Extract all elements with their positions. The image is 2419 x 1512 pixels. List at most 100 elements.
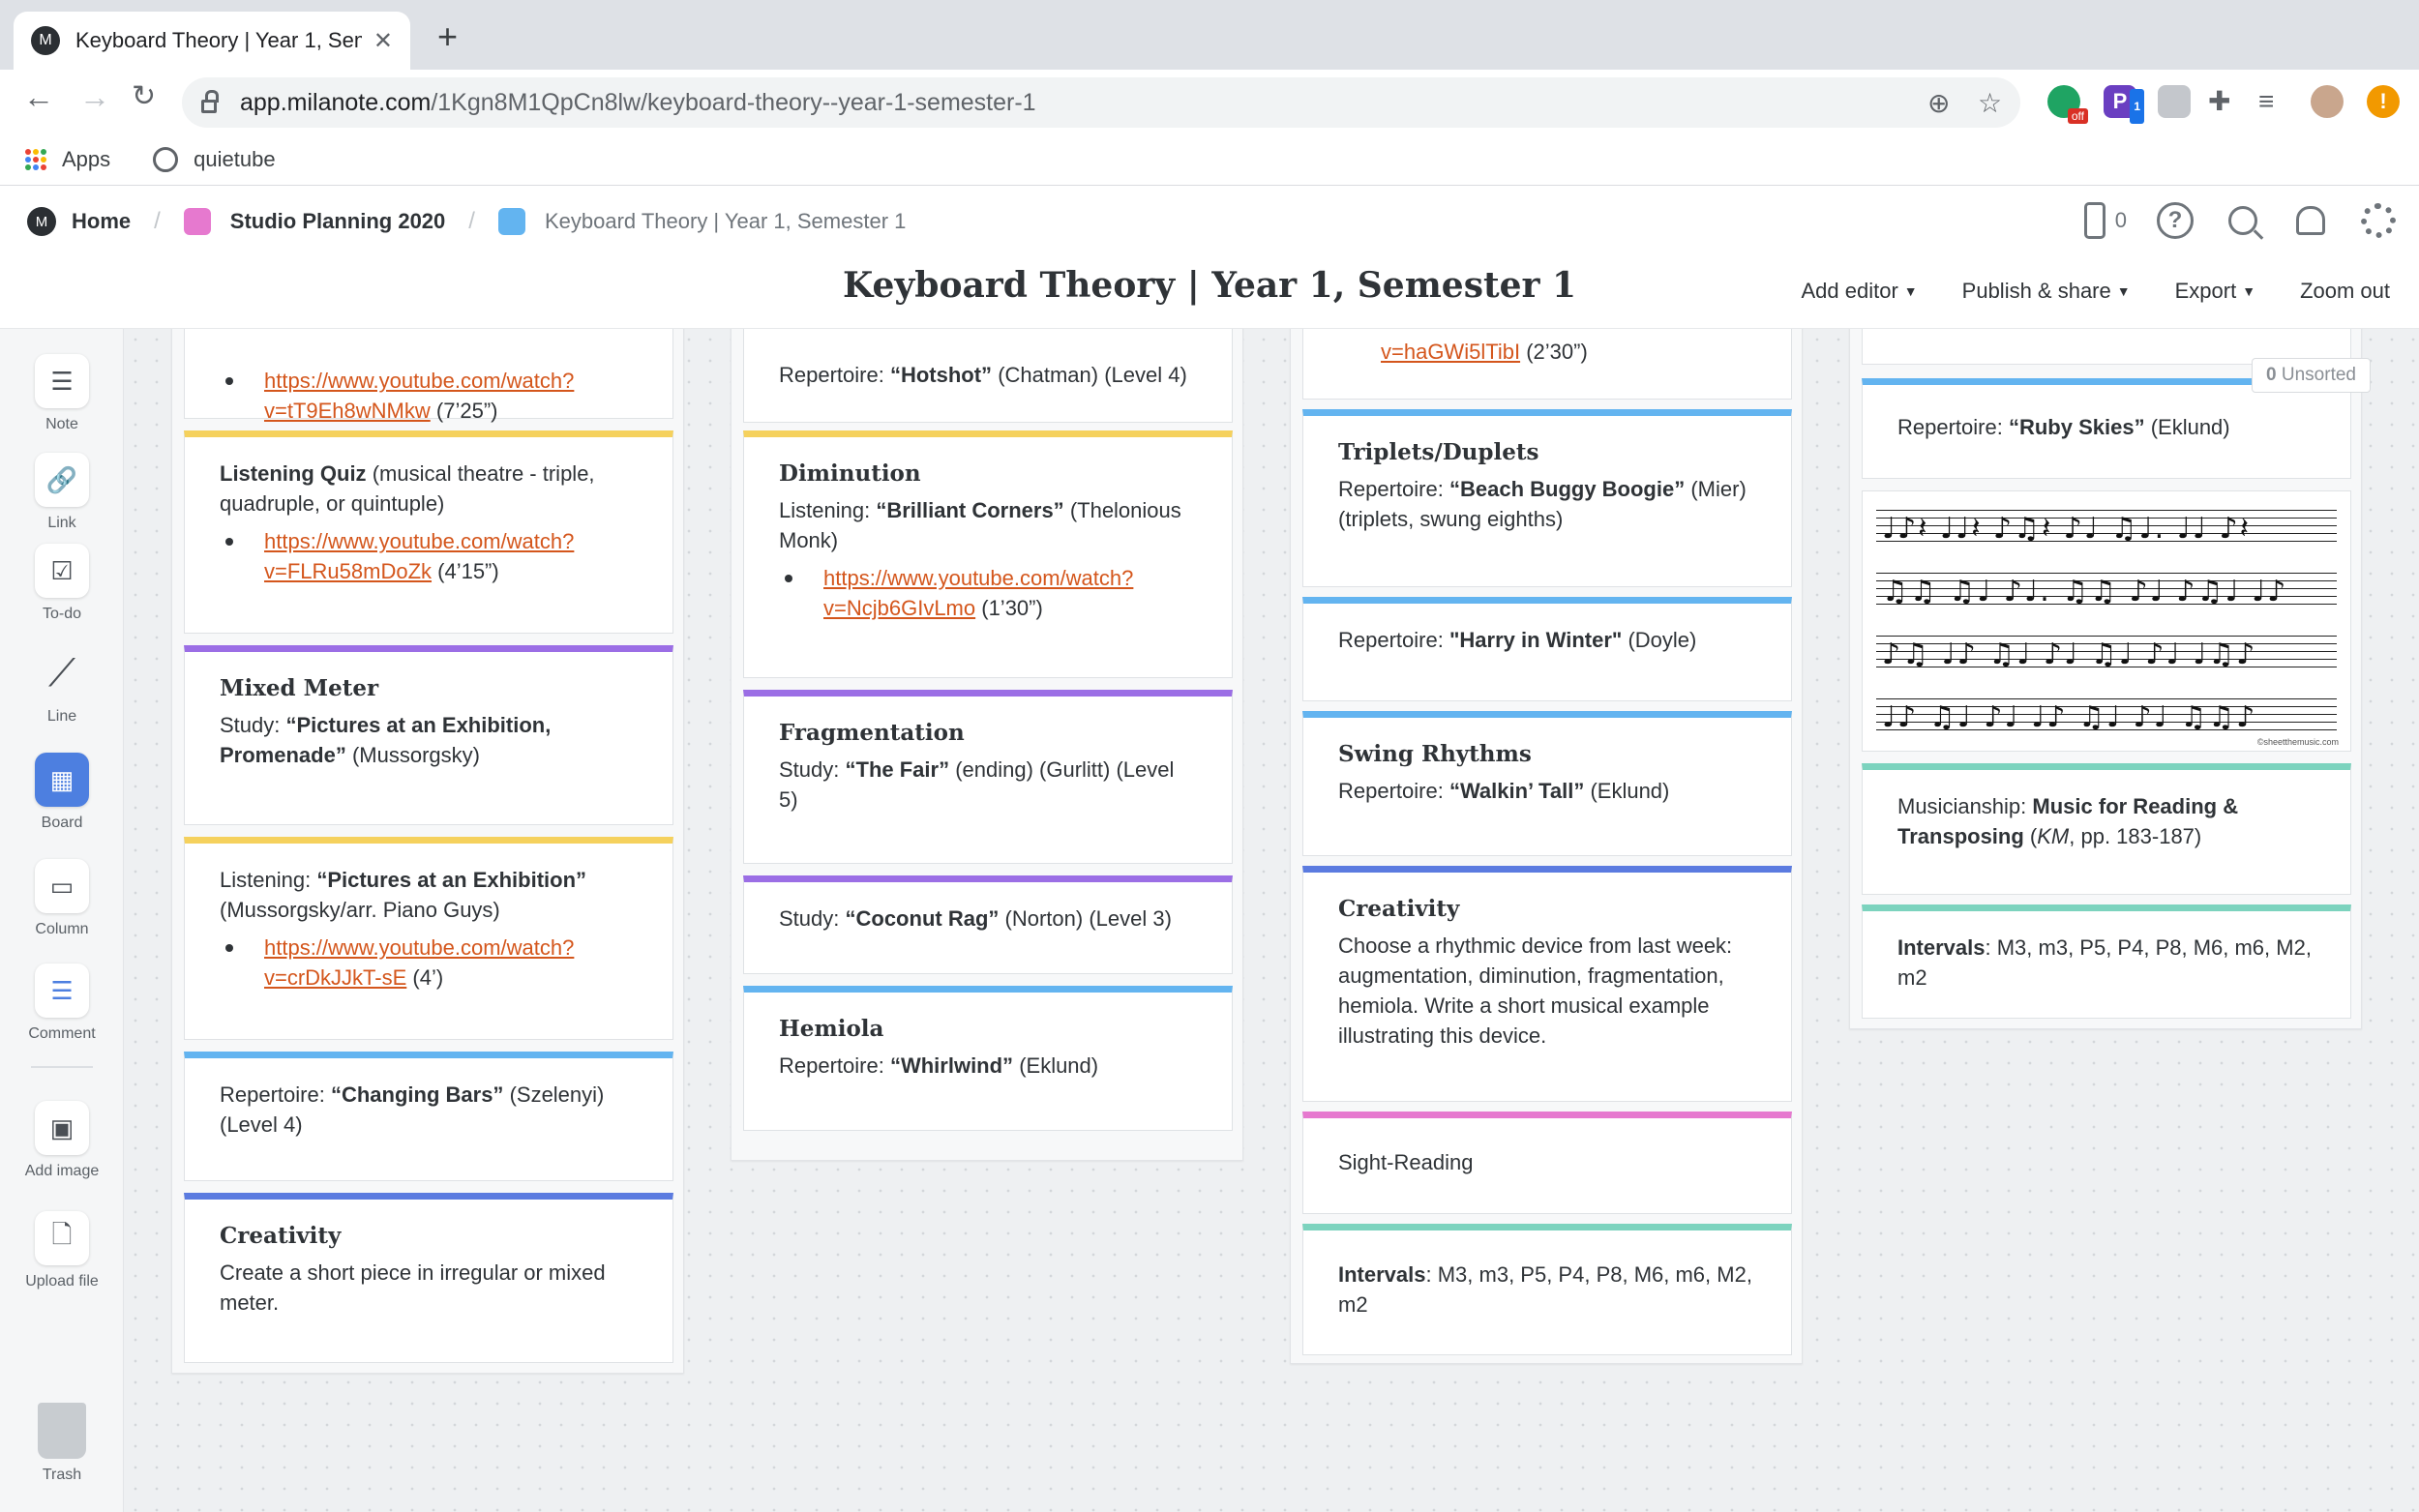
youtube-link[interactable]: https://www.youtube.com/watch?v=Ncjb6GIv… (823, 566, 1133, 620)
board-color-icon (183, 208, 211, 235)
tool-board[interactable]: ▦ Board (0, 753, 124, 832)
note-card[interactable]: Repertoire: “Ruby Skies” (Eklund) (1862, 378, 2351, 479)
zoom-out-button[interactable]: Zoom out (2300, 279, 2390, 304)
note-card[interactable]: Triplets/Duplets Repertoire: “Beach Bugg… (1302, 409, 1792, 587)
card-title: Diminution (779, 460, 921, 487)
back-icon[interactable]: ← (23, 79, 54, 115)
tool-note[interactable]: ☰ Note (0, 354, 124, 433)
chevron-down-icon: ▼ (2116, 283, 2131, 299)
breadcrumb-home[interactable]: Home (72, 209, 131, 234)
add-editor-button[interactable]: Add editor ▼ (1802, 279, 1918, 304)
export-button[interactable]: Export ▼ (2175, 279, 2255, 304)
note-card[interactable]: Hemiola Repertoire: “Whirlwind” (Eklund) (743, 986, 1233, 1131)
note-card[interactable]: Intervals: M3, m3, P5, P4, P8, M6, m6, M… (1862, 904, 2351, 1019)
gear-icon (2361, 203, 2396, 238)
note-card[interactable]: Repertoire: “Changing Bars” (Szelenyi) (… (184, 1052, 673, 1181)
note-card[interactable]: Repertoire: "Harry in Winter" (Doyle) (1302, 597, 1792, 701)
settings-button[interactable] (2359, 201, 2398, 240)
browser-tab[interactable]: M Keyboard Theory | Year 1, Semester 1 ✕ (14, 12, 410, 70)
link-card[interactable]: v=haGWi5lTibI (2’30”) (1302, 329, 1792, 400)
duration: (1’30”) (981, 596, 1043, 620)
tool-add-image[interactable]: ▣ Add image (0, 1101, 124, 1180)
tool-upload-file[interactable]: 🗋 Upload file (0, 1211, 124, 1290)
note-card[interactable]: Swing Rhythms Repertoire: “Walkin’ Tall”… (1302, 711, 1792, 856)
note-card[interactable]: Creativity Create a short piece in irreg… (184, 1193, 673, 1363)
help-button[interactable]: ? (2156, 201, 2195, 240)
new-tab-icon[interactable]: + (437, 19, 458, 54)
milanote-logo-icon: M (27, 207, 56, 236)
file-icon: 🗋 (35, 1211, 89, 1265)
board-column[interactable]: https://www.youtube.com/watch?v=tT9Eh8wN… (171, 329, 684, 1374)
mobile-devices-button[interactable]: 0 (2083, 202, 2127, 239)
piece-title: “Whirlwind” (889, 1053, 1014, 1078)
app-header: M Home / Studio Planning 2020 / Keyboard… (0, 186, 2419, 329)
bullet (785, 575, 792, 582)
tool-link[interactable]: 🔗 Link (0, 453, 124, 532)
breadcrumb-parent[interactable]: Studio Planning 2020 (230, 209, 445, 234)
publish-share-button[interactable]: Publish & share ▼ (1962, 279, 2131, 304)
link-card[interactable]: https://www.youtube.com/watch?v=tT9Eh8wN… (184, 329, 673, 423)
piece-title: “Hotshot” (889, 363, 993, 387)
tool-comment[interactable]: ☰ Comment (0, 964, 124, 1043)
extension-green-icon[interactable]: off (2047, 85, 2088, 124)
music-staff: ♩♪𝄽 ♩♩𝄽 ♪♫𝄽 ♪♩ ♫♩. ♩♩ ♪𝄽 (1876, 505, 2337, 553)
update-alert-icon[interactable]: ! (2367, 85, 2400, 118)
staff-notes: ♪♫ ♩♪ ♫♩ ♪♩ ♫♩ ♪♩ ♩♫♪ (1882, 637, 2257, 671)
rail-divider (31, 1066, 93, 1068)
breadcrumb-current: Keyboard Theory | Year 1, Semester 1 (544, 209, 907, 233)
card-text: (Chatman) (Level 4) (998, 363, 1187, 387)
profile-avatar[interactable] (2311, 85, 2344, 118)
board-column[interactable]: Repertoire: “Ruby Skies” (Eklund) ♩♪𝄽 ♩♩… (1849, 329, 2362, 1029)
apps-grid-icon[interactable] (25, 148, 46, 170)
close-tab-icon[interactable]: ✕ (373, 27, 393, 55)
board-column[interactable]: v=haGWi5lTibI (2’30”) Triplets/Duplets R… (1290, 329, 1803, 1364)
note-card[interactable]: Mixed Meter Study: “Pictures at an Exhib… (184, 645, 673, 825)
youtube-link[interactable]: v=haGWi5lTibI (1381, 340, 1520, 364)
card-label: Musicianship: (1897, 794, 2027, 818)
search-button[interactable] (2224, 201, 2262, 240)
note-card[interactable]: Diminution Listening: “Brilliant Corners… (743, 430, 1233, 678)
tool-todo[interactable]: ☑ To-do (0, 544, 124, 623)
note-card[interactable]: Repertoire: “Hotshot” (Chatman) (Level 4… (743, 329, 1233, 423)
note-card[interactable]: Sight-Reading (1302, 1112, 1792, 1214)
install-app-icon[interactable]: ⊕ (1927, 87, 1950, 119)
address-bar[interactable]: app.milanote.com/1Kgn8M1QpCn8lw/keyboard… (182, 77, 2020, 128)
extensions-puzzle-icon[interactable]: ✚ (2208, 85, 2241, 118)
card-label: Repertoire: (1338, 779, 1444, 803)
sheet-music-image[interactable]: ♩♪𝄽 ♩♩𝄽 ♪♫𝄽 ♪♩ ♫♩. ♩♩ ♪𝄽 ♫♫ ♫♩ ♪♩. ♫♫ ♪♩… (1862, 490, 2351, 752)
forward-icon[interactable]: → (79, 79, 110, 115)
extension-p-icon[interactable]: P1 (2104, 85, 2144, 124)
checklist-icon: ☑ (35, 544, 89, 598)
note-card[interactable]: Listening: “Pictures at an Exhibition” (… (184, 837, 673, 1040)
unsorted-badge[interactable]: 0 Unsorted (2252, 358, 2371, 393)
tool-line[interactable]: ⟋ Line (0, 646, 124, 726)
bell-icon (2296, 206, 2325, 235)
card-label: Repertoire: (1338, 477, 1444, 501)
extension-grey-icon[interactable] (2158, 85, 2191, 118)
youtube-link[interactable]: https://www.youtube.com/watch?v=tT9Eh8wN… (264, 369, 574, 423)
card-label: Repertoire: (779, 1053, 884, 1078)
youtube-link[interactable]: https://www.youtube.com/watch?v=FLRu58mD… (264, 529, 574, 583)
trash-button[interactable]: Trash (0, 1403, 124, 1484)
bookmark-apps[interactable]: Apps (62, 147, 110, 172)
note-card[interactable]: Intervals: M3, m3, P5, P4, P8, M6, m6, M… (1302, 1224, 1792, 1355)
board-column[interactable]: Repertoire: “Hotshot” (Chatman) (Level 4… (731, 329, 1243, 1161)
bookmark-quietube[interactable]: quietube (194, 147, 275, 172)
note-card[interactable]: Musicianship: Music for Reading & Transp… (1862, 763, 2351, 895)
media-queue-icon[interactable]: ≡ (2258, 85, 2291, 118)
notifications-button[interactable] (2291, 201, 2330, 240)
note-card[interactable]: Creativity Choose a rhythmic device from… (1302, 866, 1792, 1102)
note-card[interactable]: Study: “Coconut Rag” (Norton) (Level 3) (743, 875, 1233, 974)
bookmark-star-icon[interactable]: ☆ (1978, 87, 2002, 119)
reload-icon[interactable]: ↻ (132, 79, 156, 113)
duration: (4’15”) (437, 559, 499, 583)
tool-label: Line (46, 708, 77, 725)
note-card[interactable]: Listening Quiz (musical theatre - triple… (184, 430, 673, 634)
help-icon: ? (2157, 202, 2194, 239)
url-host: app.milanote.com (240, 88, 432, 116)
note-card[interactable]: Fragmentation Study: “The Fair” (ending)… (743, 690, 1233, 864)
music-staff: ♩♪ ♫♩ ♪♩ ♩♪ ♫♩ ♪♩ ♫♫♪ (1876, 694, 2337, 742)
board-canvas[interactable]: https://www.youtube.com/watch?v=tT9Eh8wN… (125, 329, 2419, 1512)
card-text: Create a short piece in irregular or mix… (220, 1260, 606, 1315)
tool-column[interactable]: ▭ Column (0, 859, 124, 938)
